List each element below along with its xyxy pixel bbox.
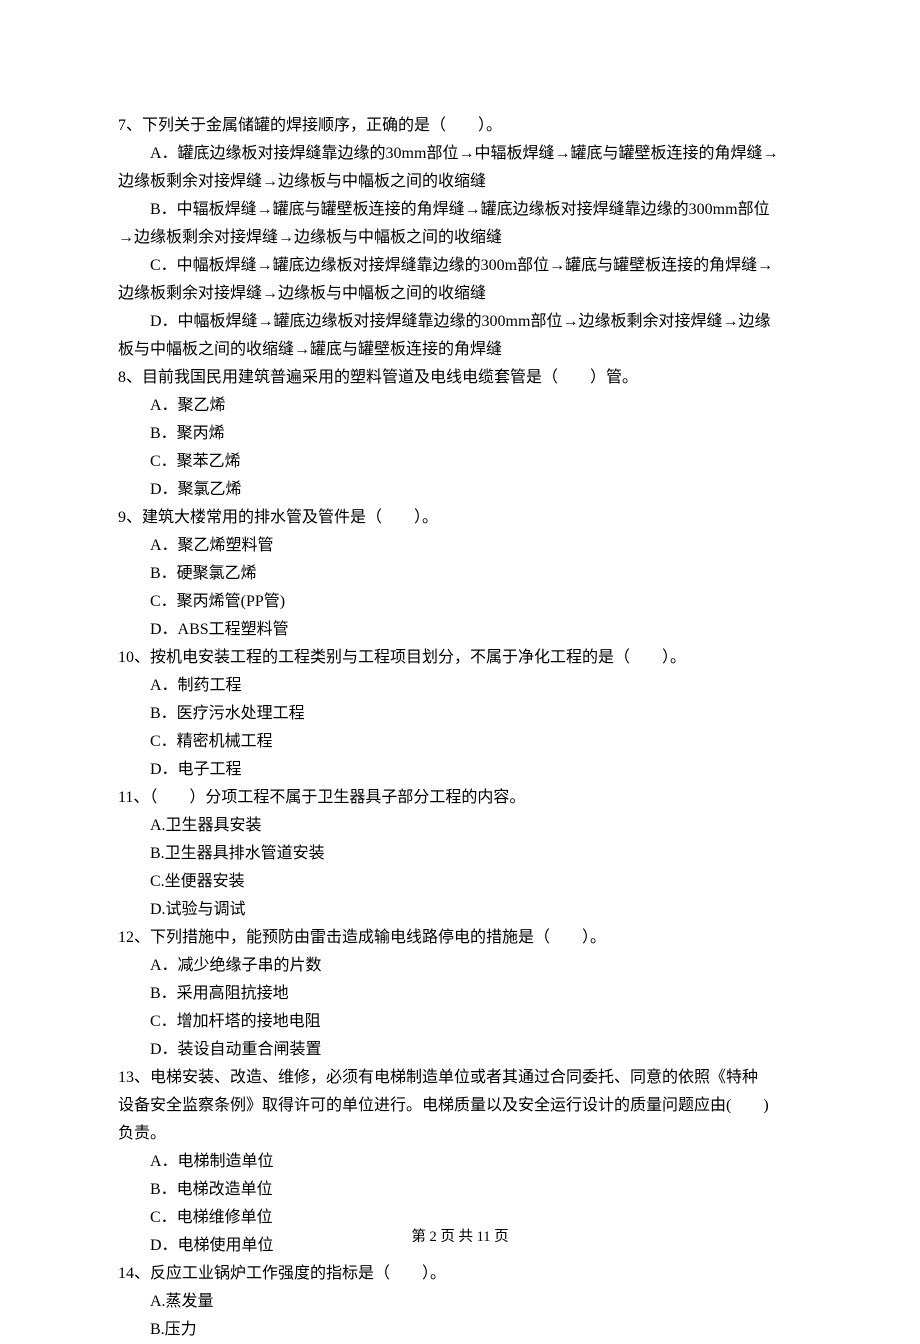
q13-stem-line2: 设备安全监察条例》取得许可的单位进行。电梯质量以及安全运行设计的质量问题应由( … [118, 1092, 802, 1120]
q9-option-d: D．ABS工程塑料管 [118, 616, 802, 644]
q10-option-c: C．精密机械工程 [118, 728, 802, 756]
q11-option-a: A.卫生器具安装 [118, 812, 802, 840]
q8-option-b: B．聚丙烯 [118, 420, 802, 448]
q11-option-d: D.试验与调试 [118, 896, 802, 924]
q10-stem: 10、按机电安装工程的工程类别与工程项目划分，不属于净化工程的是（ ）。 [118, 644, 802, 672]
q12-option-c: C．增加杆塔的接地电阻 [118, 1008, 802, 1036]
q8-option-a: A．聚乙烯 [118, 392, 802, 420]
q7-option-d-line1: D．中幅板焊缝→罐底边缘板对接焊缝靠边缘的300mm部位→边缘板剩余对接焊缝→边… [118, 308, 802, 336]
q7-option-b-line2: →边缘板剩余对接焊缝→边缘板与中幅板之间的收缩缝 [118, 224, 802, 252]
q11-stem: 11、（ ）分项工程不属于卫生器具子部分工程的内容。 [118, 784, 802, 812]
q12-stem: 12、下列措施中，能预防由雷击造成输电线路停电的措施是（ ）。 [118, 924, 802, 952]
q13-stem-line1: 13、电梯安装、改造、维修，必须有电梯制造单位或者其通过合同委托、同意的依照《特… [118, 1064, 802, 1092]
q7-option-a-line1: A．罐底边缘板对接焊缝靠边缘的30mm部位→中辐板焊缝→罐底与罐壁板连接的角焊缝… [118, 140, 802, 168]
q12-option-d: D．装设自动重合闸装置 [118, 1036, 802, 1064]
q13-option-a: A．电梯制造单位 [118, 1148, 802, 1176]
q13-option-b: B．电梯改造单位 [118, 1176, 802, 1204]
q11-option-c: C.坐便器安装 [118, 868, 802, 896]
q7-option-c-line1: C．中幅板焊缝→罐底边缘板对接焊缝靠边缘的300m部位→罐底与罐壁板连接的角焊缝… [118, 252, 802, 280]
q7-option-b-line1: B．中辐板焊缝→罐底与罐壁板连接的角焊缝→罐底边缘板对接焊缝靠边缘的300mm部… [118, 196, 802, 224]
q7-option-d-line2: 板与中幅板之间的收缩缝→罐底与罐壁板连接的角焊缝 [118, 336, 802, 364]
q7-stem: 7、下列关于金属储罐的焊接顺序，正确的是（ ）。 [118, 112, 802, 140]
q10-option-a: A．制药工程 [118, 672, 802, 700]
q14-stem: 14、反应工业锅炉工作强度的指标是（ ）。 [118, 1260, 802, 1288]
q12-option-b: B．采用高阻抗接地 [118, 980, 802, 1008]
q9-option-a: A．聚乙烯塑料管 [118, 532, 802, 560]
q14-option-b: B.压力 [118, 1316, 802, 1344]
q9-stem: 9、建筑大楼常用的排水管及管件是（ ）。 [118, 504, 802, 532]
q8-option-d: D．聚氯乙烯 [118, 476, 802, 504]
q10-option-b: B．医疗污水处理工程 [118, 700, 802, 728]
q14-option-a: A.蒸发量 [118, 1288, 802, 1316]
q9-option-c: C．聚丙烯管(PP管) [118, 588, 802, 616]
q7-option-a-line2: 边缘板剩余对接焊缝→边缘板与中幅板之间的收缩缝 [118, 168, 802, 196]
q8-option-c: C．聚苯乙烯 [118, 448, 802, 476]
page-footer: 第 2 页 共 11 页 [0, 1225, 920, 1250]
q11-option-b: B.卫生器具排水管道安装 [118, 840, 802, 868]
q7-option-c-line2: 边缘板剩余对接焊缝→边缘板与中幅板之间的收缩缝 [118, 280, 802, 308]
q9-option-b: B．硬聚氯乙烯 [118, 560, 802, 588]
q13-stem-line3: 负责。 [118, 1120, 802, 1148]
q12-option-a: A．减少绝缘子串的片数 [118, 952, 802, 980]
q10-option-d: D．电子工程 [118, 756, 802, 784]
q8-stem: 8、目前我国民用建筑普遍采用的塑料管道及电线电缆套管是（ ）管。 [118, 364, 802, 392]
